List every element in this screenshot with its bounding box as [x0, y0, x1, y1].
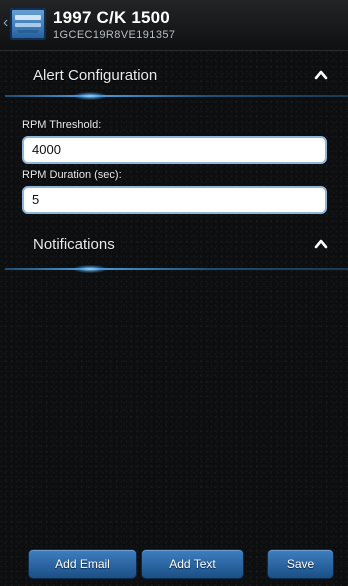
chevron-left-icon[interactable]: ‹: [3, 14, 9, 32]
notifications-header[interactable]: Notifications: [5, 225, 348, 265]
add-text-button[interactable]: Add Text: [141, 549, 244, 579]
divider-glow: [73, 265, 107, 273]
rpm-duration-input[interactable]: 5: [22, 186, 327, 214]
rpm-duration-label: RPM Duration (sec):: [22, 169, 122, 181]
title-bar: ‹ 1997 C/K 1500 1GCEC19R8VE191357: [0, 0, 348, 51]
car-dashboard-icon[interactable]: [10, 8, 46, 40]
section-divider: [5, 268, 348, 270]
alert-configuration-title: Alert Configuration: [33, 67, 158, 84]
rpm-threshold-label: RPM Threshold:: [22, 119, 102, 131]
rpm-threshold-input[interactable]: 4000: [22, 136, 327, 164]
notifications-title: Notifications: [33, 236, 115, 253]
chevron-up-icon[interactable]: [314, 68, 328, 82]
alert-configuration-header[interactable]: Alert Configuration: [5, 56, 348, 96]
save-button[interactable]: Save: [267, 549, 334, 579]
divider-glow: [73, 92, 107, 100]
section-divider: [5, 95, 348, 97]
chevron-up-icon[interactable]: [314, 237, 328, 251]
vehicle-name: 1997 C/K 1500: [53, 8, 170, 27]
add-email-button[interactable]: Add Email: [28, 549, 137, 579]
vehicle-vin: 1GCEC19R8VE191357: [53, 29, 176, 41]
